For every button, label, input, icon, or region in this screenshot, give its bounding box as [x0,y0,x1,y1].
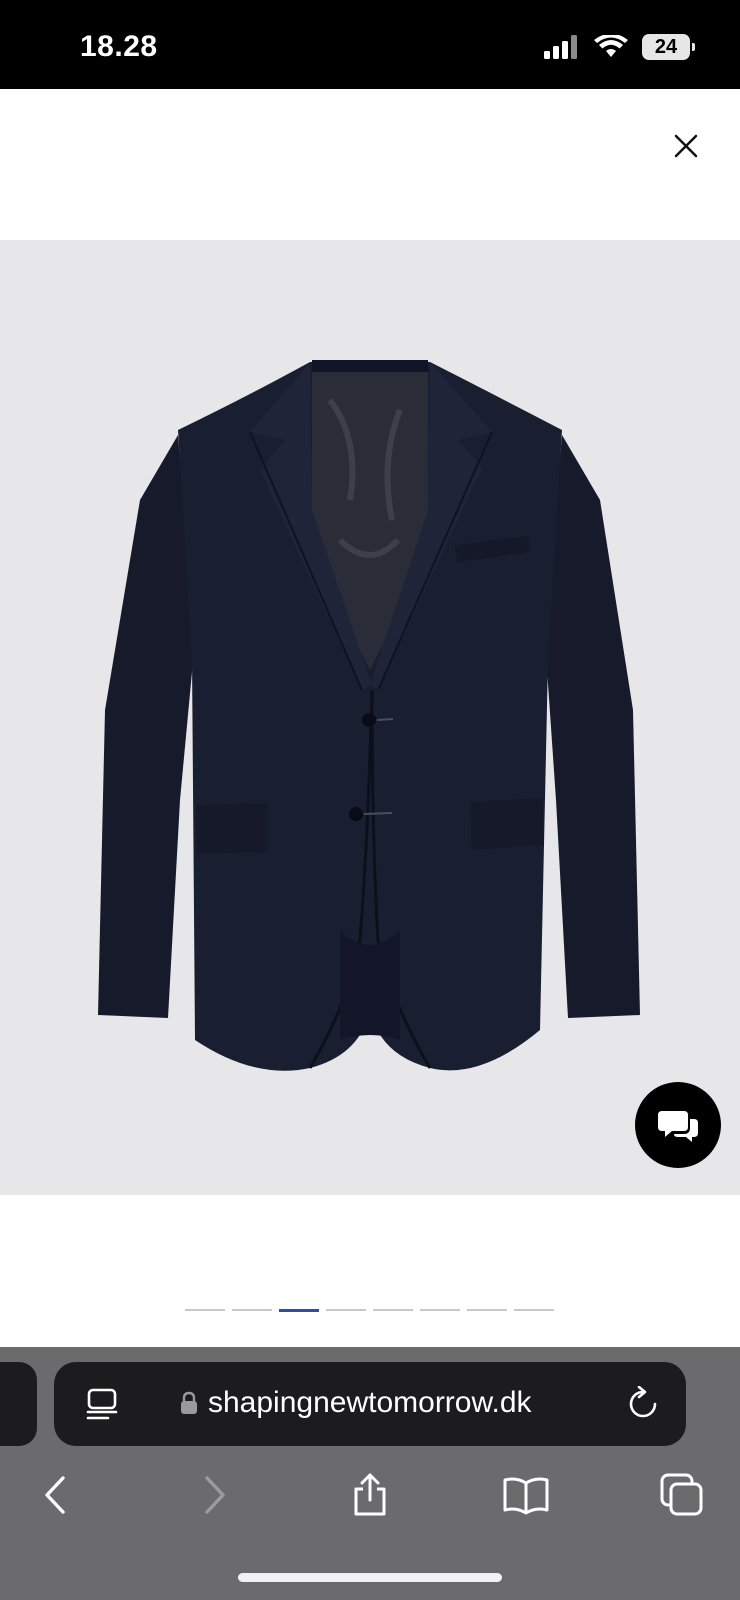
chat-bubbles-icon [658,1111,698,1142]
back-button[interactable] [25,1465,85,1525]
product-image-blazer [98,360,640,1071]
pager-dot[interactable] [326,1309,366,1311]
address-bar[interactable]: shapingnewtomorrow.dk [54,1362,686,1446]
chat-button[interactable] [635,1082,721,1168]
reader-icon[interactable] [86,1388,118,1422]
url-display[interactable]: shapingnewtomorrow.dk [180,1386,532,1420]
pager-dot[interactable] [420,1309,460,1311]
previous-tab-stub[interactable] [0,1362,37,1446]
status-time: 18.28 [80,30,158,63]
pager-dot[interactable] [514,1309,554,1311]
share-icon [354,1473,386,1516]
reload-icon[interactable] [626,1386,660,1422]
pager-dot[interactable] [232,1309,272,1311]
status-icons: 24 [544,34,695,60]
share-button[interactable] [340,1465,400,1525]
home-indicator [238,1573,502,1582]
back-icon [45,1476,65,1514]
status-bar: 18.28 24 [0,0,740,89]
battery-indicator: 24 [642,34,695,60]
pager-dot[interactable] [467,1309,507,1311]
signal-icon [544,35,577,59]
tabs-icon [660,1473,703,1516]
image-pager [185,1309,554,1312]
lock-icon [181,1391,197,1414]
bookmarks-button[interactable] [496,1465,556,1525]
product-image-area[interactable] [0,240,740,1195]
forward-icon [205,1476,225,1514]
browser-toolbar: shapingnewtomorrow.dk [0,1347,740,1600]
pager-dot[interactable] [185,1309,225,1311]
pager-dot-active[interactable] [279,1309,319,1312]
close-button[interactable] [668,128,704,164]
tabs-button[interactable] [652,1465,712,1525]
pager-dot[interactable] [373,1309,413,1311]
bookmarks-icon [503,1477,549,1515]
wifi-icon [594,35,628,57]
forward-button[interactable] [185,1465,245,1525]
navigation-row [0,1465,740,1525]
url-text: shapingnewtomorrow.dk [208,1386,532,1419]
battery-level: 24 [654,35,678,58]
close-icon [674,134,698,158]
